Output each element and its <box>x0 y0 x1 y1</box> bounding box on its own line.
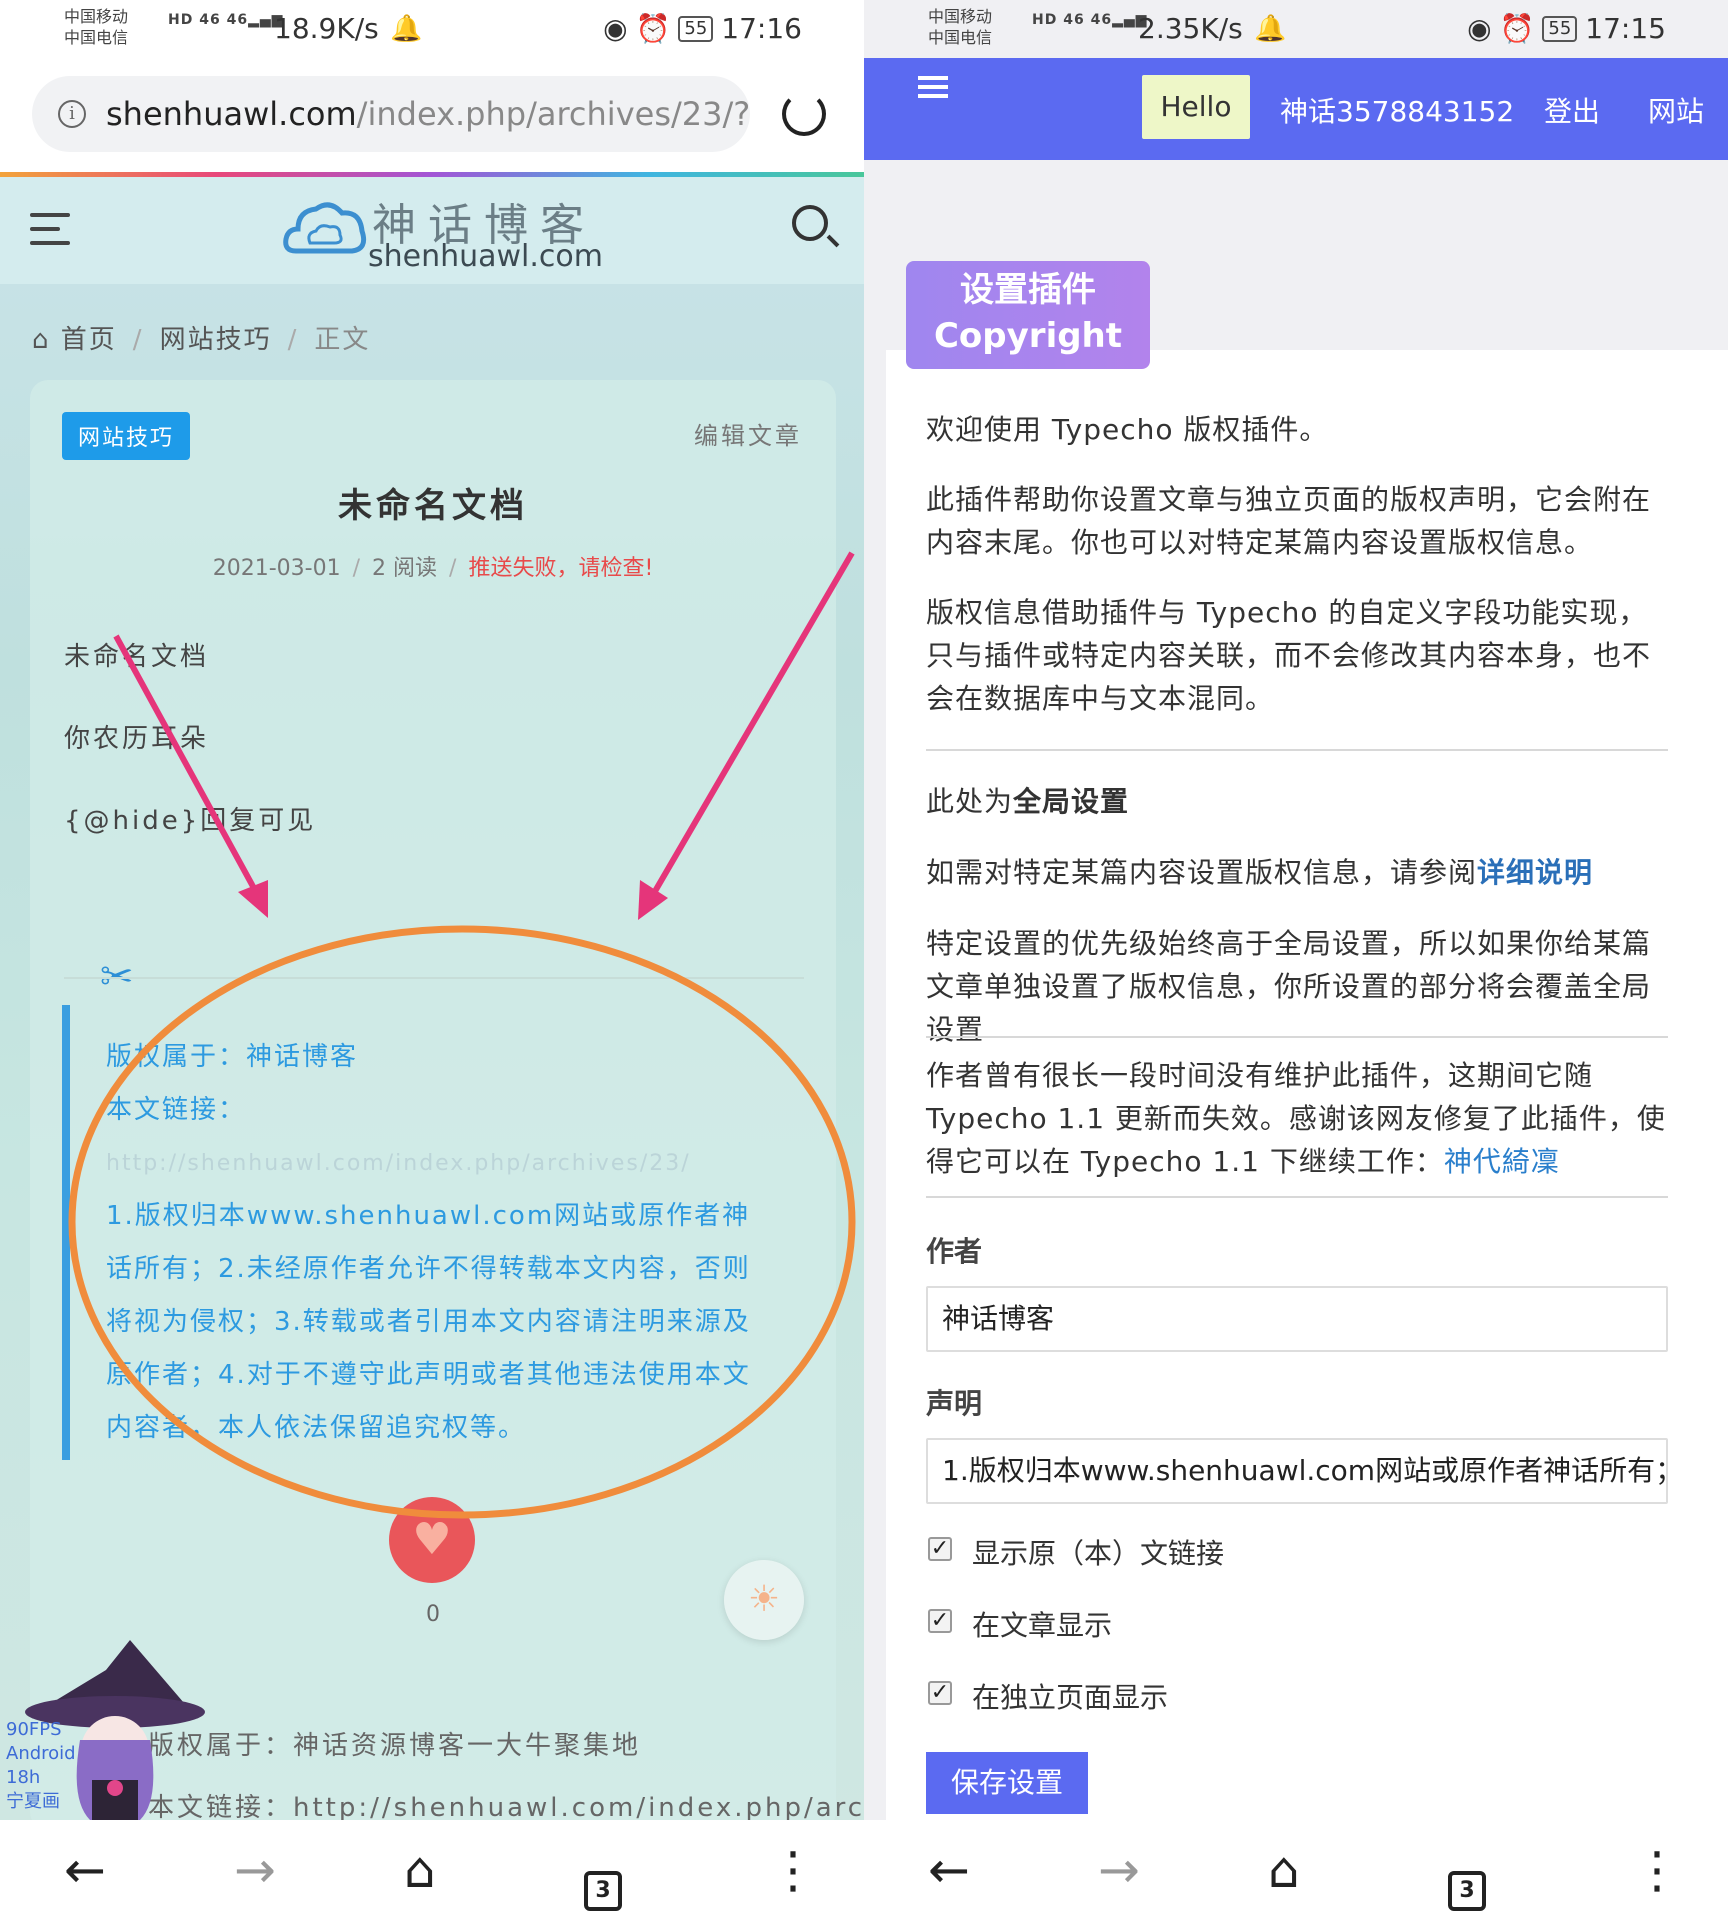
site-link[interactable]: 网站 <box>1648 90 1704 130</box>
annotation-circle <box>68 925 856 1519</box>
priority-note: 特定设置的优先级始终高于全局设置，所以如果你给某篇文章单独设置了版权信息，你所设… <box>926 927 1652 1046</box>
show-in-post-option[interactable]: ✓ 在文章显示 <box>928 1604 1112 1644</box>
clock-time: 17:15 <box>1585 12 1666 45</box>
show-in-page-option[interactable]: ✓ 在独立页面显示 <box>928 1676 1168 1716</box>
fps-overlay: 90FPS Android 18h 宁夏画 <box>6 1719 76 1812</box>
more-menu-icon[interactable]: ⋮ <box>1632 1840 1682 1900</box>
contributor-link[interactable]: 神代綺凜 <box>1444 1145 1560 1178</box>
browser-nav-bar-right: ← → ⌂ 3 ⋮ <box>864 1820 1728 1920</box>
tabs-button[interactable]: 3 <box>1448 1850 1486 1911</box>
thanks-note: 作者曾有很长一段时间没有维护此插件，这期间它随 Typecho 1.1 更新而失… <box>926 1059 1666 1178</box>
alarm-icon: ⏰ <box>1499 12 1535 45</box>
user-link[interactable]: 神话3578843152 <box>1280 90 1514 130</box>
show-in-page-checkbox[interactable]: ✓ <box>928 1681 952 1705</box>
back-arrow-icon[interactable]: ← <box>64 1840 106 1900</box>
annotation-arrow-right <box>651 551 855 895</box>
badge-subtitle: Copyright <box>933 316 1123 356</box>
back-arrow-icon[interactable]: ← <box>928 1840 970 1900</box>
carrier-names: 中国移动 中国电信 <box>928 6 992 48</box>
forward-arrow-icon[interactable]: → <box>234 1840 276 1900</box>
plugin-badge: 设置插件 Copyright <box>906 261 1150 369</box>
tabs-button[interactable]: 3 <box>584 1850 622 1911</box>
detail-link[interactable]: 详细说明 <box>1477 856 1593 889</box>
divider <box>926 749 1668 751</box>
net-speed: 2.35K/s <box>1138 12 1243 45</box>
intro-implementation: 版权信息借助插件与 Typecho 的自定义字段功能实现，只与插件或特定内容关联… <box>926 596 1652 715</box>
divider <box>926 1196 1668 1198</box>
intro-welcome: 欢迎使用 Typecho 版权插件。 <box>926 413 1329 446</box>
save-settings-button[interactable]: 保存设置 <box>926 1752 1088 1814</box>
notice-input[interactable]: 1.版权归本www.shenhuawl.com网站或原作者神话所有； <box>926 1438 1668 1504</box>
forward-arrow-icon[interactable]: → <box>1098 1840 1140 1900</box>
annotation-arrowhead-right <box>638 880 668 920</box>
status-right: ◉ ⏰ 55 17:15 <box>1467 12 1666 45</box>
show-link-checkbox[interactable]: ✓ <box>928 1537 952 1561</box>
author-input[interactable]: 神话博客 <box>926 1286 1668 1352</box>
home-icon[interactable]: ⌂ <box>404 1840 436 1900</box>
signal-icon: HD 46 46▂▄▆ <box>1032 12 1148 28</box>
left-screenshot: 中国移动 中国电信 HD 46 46▂▄▆ 18.9K/s 🔔 ◉ ⏰ 55 1… <box>0 0 864 1920</box>
carrier-2: 中国电信 <box>928 28 993 47</box>
intro-description: 此插件帮助你设置文章与独立页面的版权声明，它会附在内容末尾。你也可以对特定某篇内… <box>926 483 1652 559</box>
hello-button[interactable]: Hello <box>1142 75 1250 139</box>
status-bar: 中国移动 中国电信 HD 46 46▂▄▆ 2.35K/s 🔔 ◉ ⏰ 55 1… <box>864 0 1728 58</box>
admin-top-nav: Hello 神话3578843152 登出 网站 <box>864 58 1728 160</box>
global-settings-note: 此处为全局设置 <box>926 785 1130 818</box>
bell-icon: 🔔 <box>1254 14 1287 44</box>
more-menu-icon[interactable]: ⋮ <box>768 1840 818 1900</box>
badge-title: 设置插件 <box>960 270 1096 310</box>
divider <box>926 1036 1668 1038</box>
annotation-arrow-left <box>113 634 259 894</box>
home-icon[interactable]: ⌂ <box>1268 1840 1300 1900</box>
carrier-1: 中国移动 <box>928 7 993 26</box>
detail-note: 如需对特定某篇内容设置版权信息，请参阅详细说明 <box>926 856 1594 889</box>
logout-link[interactable]: 登出 <box>1544 90 1600 130</box>
notice-label: 声明 <box>926 1387 983 1420</box>
show-link-option[interactable]: ✓ 显示原（本）文链接 <box>928 1532 1224 1572</box>
show-in-post-checkbox[interactable]: ✓ <box>928 1609 952 1633</box>
browser-nav-bar: ← → ⌂ 3 ⋮ <box>0 1820 864 1920</box>
eye-icon: ◉ <box>1467 12 1492 45</box>
battery-icon: 55 <box>1542 15 1578 42</box>
author-label: 作者 <box>926 1235 983 1268</box>
